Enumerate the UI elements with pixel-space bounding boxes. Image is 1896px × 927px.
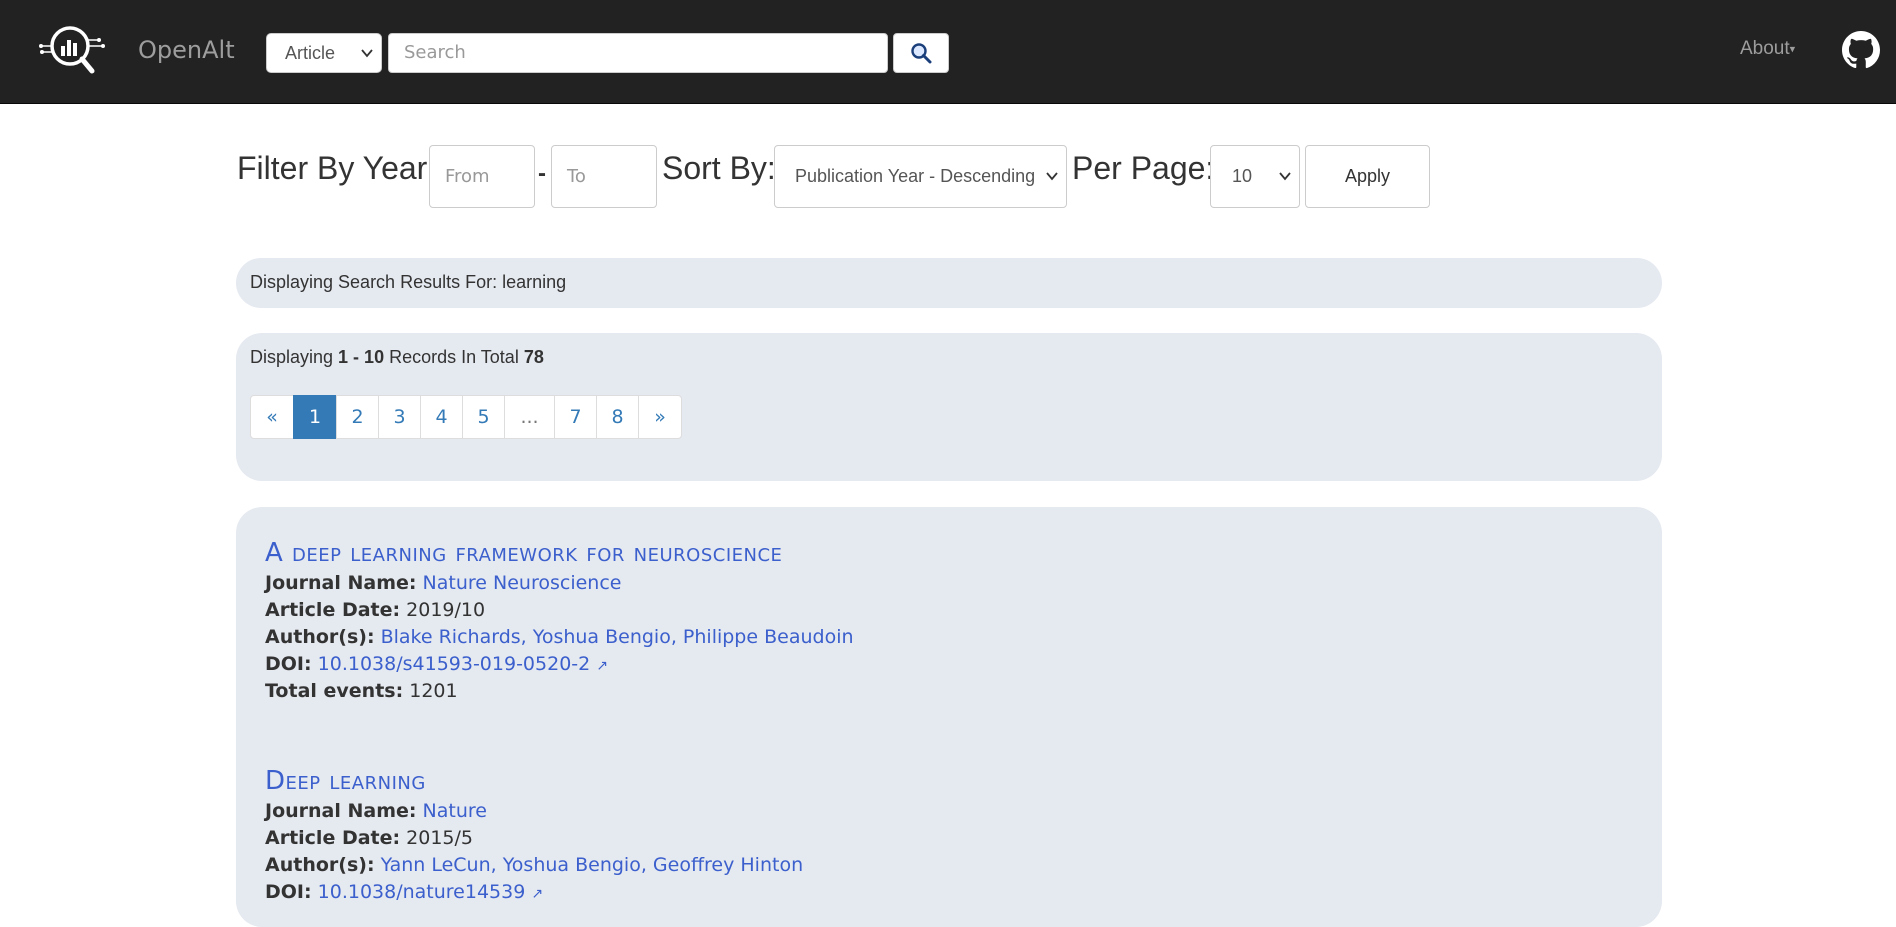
search-query-text: Displaying Search Results For: learning: [250, 272, 566, 293]
doi-link[interactable]: 10.1038/s41593-019-0520-2: [318, 653, 591, 675]
doi-label: DOI:: [265, 653, 312, 675]
per-page-select[interactable]: 10: [1210, 145, 1300, 208]
date-label: Article Date:: [265, 827, 401, 849]
records-middle: Records In Total: [384, 347, 524, 367]
authors-link[interactable]: Blake Richards, Yoshua Bengio, Philippe …: [381, 626, 854, 648]
result-title-link[interactable]: A deep learning framework for neuroscien…: [265, 538, 854, 568]
records-panel: Displaying 1 - 10 Records In Total 78 « …: [236, 333, 1662, 481]
date-value: 2015/5: [406, 827, 473, 849]
pagination-page-7[interactable]: 7: [554, 395, 597, 439]
pagination-page-4[interactable]: 4: [420, 395, 463, 439]
authors-link[interactable]: Yann LeCun, Yoshua Bengio, Geoffrey Hint…: [381, 854, 804, 876]
pagination-page-8[interactable]: 8: [596, 395, 639, 439]
result-journal: Journal Name: Nature Neuroscience: [265, 570, 854, 597]
chevron-down-icon: [1279, 146, 1291, 233]
doi-link[interactable]: 10.1038/nature14539: [318, 881, 526, 903]
records-range: 1 - 10: [338, 347, 385, 367]
search-input[interactable]: Search: [388, 33, 888, 73]
year-from-input[interactable]: From: [429, 145, 535, 208]
result-authors: Author(s): Blake Richards, Yoshua Bengio…: [265, 624, 854, 651]
pagination-page-3[interactable]: 3: [378, 395, 421, 439]
result-date: Article Date: 2015/5: [265, 825, 803, 852]
authors-label: Author(s):: [265, 626, 375, 648]
result-item: A deep learning framework for neuroscien…: [265, 538, 854, 705]
result-title-link[interactable]: Deep learning: [265, 766, 803, 796]
journal-link[interactable]: Nature Neuroscience: [423, 572, 622, 594]
pagination-page-2[interactable]: 2: [336, 395, 379, 439]
brand-name[interactable]: OpenAlt: [138, 36, 235, 64]
pagination-page-1[interactable]: 1: [293, 395, 337, 439]
search-query-panel: Displaying Search Results For: learning: [236, 258, 1662, 308]
pagination-prev[interactable]: «: [250, 395, 294, 439]
year-to-input[interactable]: To: [551, 145, 657, 208]
search-type-select[interactable]: Article: [266, 33, 382, 73]
filter-by-year-label: Filter By Year:: [237, 150, 437, 186]
result-authors: Author(s): Yann LeCun, Yoshua Bengio, Ge…: [265, 852, 803, 879]
results-panel: A deep learning framework for neuroscien…: [236, 507, 1662, 927]
year-to-placeholder: To: [567, 166, 586, 187]
authors-label: Author(s):: [265, 854, 375, 876]
records-prefix: Displaying: [250, 347, 339, 367]
pagination-ellipsis: ...: [504, 395, 555, 439]
year-from-placeholder: From: [445, 166, 490, 187]
pagination-next[interactable]: »: [638, 395, 682, 439]
external-link-icon[interactable]: ↗: [596, 658, 608, 674]
search-placeholder: Search: [404, 42, 466, 63]
records-summary: Displaying 1 - 10 Records In Total 78: [250, 347, 544, 368]
per-page-value: 10: [1232, 166, 1253, 186]
apply-button[interactable]: Apply: [1305, 145, 1430, 208]
pagination-page-5[interactable]: 5: [462, 395, 505, 439]
sort-by-select[interactable]: Publication Year - Descending: [774, 145, 1067, 208]
openalt-logo-icon[interactable]: [38, 22, 106, 78]
search-type-value: Article: [285, 43, 336, 63]
magnifier-icon: [911, 43, 932, 64]
journal-label: Journal Name:: [265, 572, 417, 594]
external-link-icon[interactable]: ↗: [531, 886, 543, 902]
per-page-label: Per Page:: [1072, 150, 1215, 186]
doi-label: DOI:: [265, 881, 312, 903]
result-events: Total events: 1201: [265, 678, 854, 705]
date-label: Article Date:: [265, 599, 401, 621]
year-range-dash: -: [538, 160, 546, 187]
events-label: Total events:: [265, 680, 404, 702]
chevron-down-icon: [361, 34, 373, 86]
search-query-prefix: Displaying Search Results For:: [250, 272, 503, 292]
pagination: « 1 2 3 4 5 ... 7 8 »: [250, 395, 682, 439]
sort-by-label: Sort By:: [662, 150, 776, 186]
caret-down-icon: ▾: [1789, 43, 1796, 56]
search-button[interactable]: [893, 33, 949, 73]
records-total: 78: [523, 347, 544, 367]
result-doi: DOI: 10.1038/s41593-019-0520-2 ↗: [265, 651, 854, 678]
top-navbar: OpenAlt Article Search About▾: [0, 0, 1896, 104]
events-value: 1201: [409, 680, 458, 702]
result-item: Deep learning Journal Name: Nature Artic…: [265, 766, 803, 906]
sort-by-value: Publication Year - Descending: [795, 166, 1036, 186]
journal-label: Journal Name:: [265, 800, 417, 822]
about-menu[interactable]: About▾: [1740, 38, 1795, 60]
date-value: 2019/10: [406, 599, 486, 621]
github-icon[interactable]: [1842, 31, 1880, 69]
result-date: Article Date: 2019/10: [265, 597, 854, 624]
about-label: About: [1740, 38, 1790, 59]
chevron-down-icon: [1046, 146, 1058, 233]
journal-link[interactable]: Nature: [423, 800, 487, 822]
search-query-value: learning: [502, 272, 567, 292]
result-journal: Journal Name: Nature: [265, 798, 803, 825]
